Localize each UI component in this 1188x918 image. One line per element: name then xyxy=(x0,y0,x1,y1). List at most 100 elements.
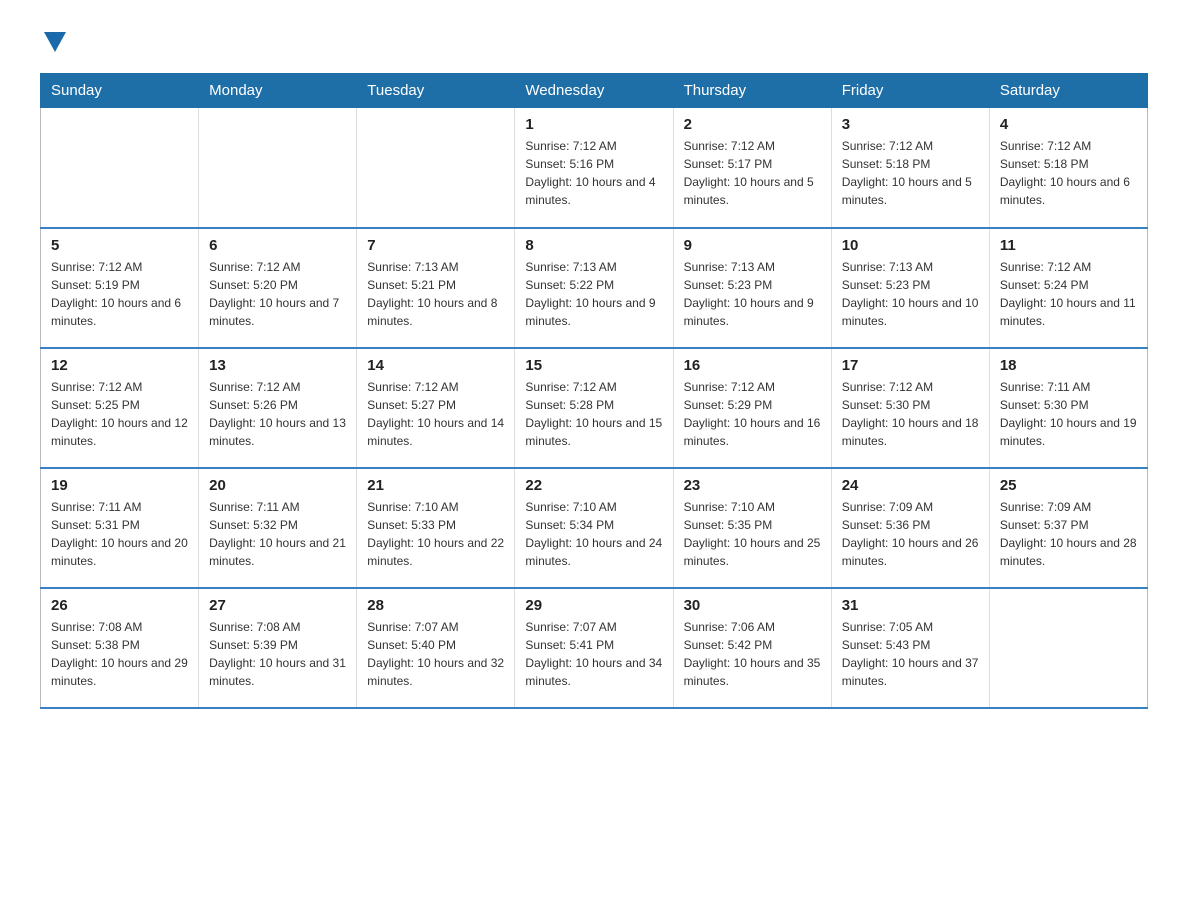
day-number: 6 xyxy=(209,237,346,254)
calendar-cell: 26 Sunrise: 7:08 AMSunset: 5:38 PMDayligh… xyxy=(41,588,199,708)
calendar-cell: 1 Sunrise: 7:12 AMSunset: 5:16 PMDaylight… xyxy=(515,108,673,228)
day-number: 19 xyxy=(51,477,188,494)
day-info: Sunrise: 7:07 AMSunset: 5:40 PMDaylight:… xyxy=(367,618,504,690)
logo-triangle-icon xyxy=(44,32,66,52)
calendar-cell: 17 Sunrise: 7:12 AMSunset: 5:30 PMDayligh… xyxy=(831,348,989,468)
calendar-cell: 14Sunrise: 7:12 AMSunset: 5:27 PMDayligh… xyxy=(357,348,515,468)
day-number: 23 xyxy=(684,477,821,494)
day-info: Sunrise: 7:09 AMSunset: 5:37 PMDaylight:… xyxy=(1000,498,1137,570)
day-info: Sunrise: 7:12 AMSunset: 5:25 PMDaylight:… xyxy=(51,378,188,450)
day-info: Sunrise: 7:10 AMSunset: 5:33 PMDaylight:… xyxy=(367,498,504,570)
calendar-cell: 23 Sunrise: 7:10 AMSunset: 5:35 PMDayligh… xyxy=(673,468,831,588)
calendar-cell: 21 Sunrise: 7:10 AMSunset: 5:33 PMDayligh… xyxy=(357,468,515,588)
day-number: 8 xyxy=(525,237,662,254)
page-header xyxy=(40,30,1148,53)
day-number: 31 xyxy=(842,597,979,614)
day-number: 5 xyxy=(51,237,188,254)
day-info: Sunrise: 7:12 AMSunset: 5:18 PMDaylight:… xyxy=(1000,137,1137,209)
day-number: 25 xyxy=(1000,477,1137,494)
day-number: 9 xyxy=(684,237,821,254)
header-thursday: Thursday xyxy=(673,74,831,108)
day-number: 28 xyxy=(367,597,504,614)
day-number: 22 xyxy=(525,477,662,494)
header-wednesday: Wednesday xyxy=(515,74,673,108)
calendar-cell: 28 Sunrise: 7:07 AMSunset: 5:40 PMDayligh… xyxy=(357,588,515,708)
calendar-table: Sunday Monday Tuesday Wednesday Thursday… xyxy=(40,73,1148,709)
header-saturday: Saturday xyxy=(989,74,1147,108)
day-info: Sunrise: 7:13 AMSunset: 5:21 PMDaylight:… xyxy=(367,258,504,330)
day-info: Sunrise: 7:11 AMSunset: 5:31 PMDaylight:… xyxy=(51,498,188,570)
day-number: 21 xyxy=(367,477,504,494)
calendar-cell: 10 Sunrise: 7:13 AMSunset: 5:23 PMDayligh… xyxy=(831,228,989,348)
day-info: Sunrise: 7:12 AMSunset: 5:18 PMDaylight:… xyxy=(842,137,979,209)
calendar-cell: 5 Sunrise: 7:12 AMSunset: 5:19 PMDaylight… xyxy=(41,228,199,348)
calendar-cell: 19 Sunrise: 7:11 AMSunset: 5:31 PMDayligh… xyxy=(41,468,199,588)
day-number: 4 xyxy=(1000,116,1137,133)
day-number: 15 xyxy=(525,357,662,374)
calendar-cell: 2 Sunrise: 7:12 AMSunset: 5:17 PMDaylight… xyxy=(673,108,831,228)
day-info: Sunrise: 7:12 AMSunset: 5:20 PMDaylight:… xyxy=(209,258,346,330)
calendar-cell: 11Sunrise: 7:12 AMSunset: 5:24 PMDayligh… xyxy=(989,228,1147,348)
calendar-cell: 6 Sunrise: 7:12 AMSunset: 5:20 PMDaylight… xyxy=(199,228,357,348)
header-monday: Monday xyxy=(199,74,357,108)
day-number: 27 xyxy=(209,597,346,614)
day-info: Sunrise: 7:12 AMSunset: 5:16 PMDaylight:… xyxy=(525,137,662,209)
day-info: Sunrise: 7:08 AMSunset: 5:39 PMDaylight:… xyxy=(209,618,346,690)
day-info: Sunrise: 7:09 AMSunset: 5:36 PMDaylight:… xyxy=(842,498,979,570)
calendar-week-row: 19 Sunrise: 7:11 AMSunset: 5:31 PMDayligh… xyxy=(41,468,1148,588)
header-sunday: Sunday xyxy=(41,74,199,108)
calendar-cell: 3 Sunrise: 7:12 AMSunset: 5:18 PMDaylight… xyxy=(831,108,989,228)
day-number: 1 xyxy=(525,116,662,133)
day-info: Sunrise: 7:11 AMSunset: 5:30 PMDaylight:… xyxy=(1000,378,1137,450)
calendar-cell: 15 Sunrise: 7:12 AMSunset: 5:28 PMDayligh… xyxy=(515,348,673,468)
day-info: Sunrise: 7:06 AMSunset: 5:42 PMDaylight:… xyxy=(684,618,821,690)
day-number: 7 xyxy=(367,237,504,254)
calendar-cell xyxy=(199,108,357,228)
day-info: Sunrise: 7:13 AMSunset: 5:23 PMDaylight:… xyxy=(684,258,821,330)
day-number: 26 xyxy=(51,597,188,614)
day-info: Sunrise: 7:10 AMSunset: 5:35 PMDaylight:… xyxy=(684,498,821,570)
day-info: Sunrise: 7:12 AMSunset: 5:29 PMDaylight:… xyxy=(684,378,821,450)
day-info: Sunrise: 7:08 AMSunset: 5:38 PMDaylight:… xyxy=(51,618,188,690)
day-info: Sunrise: 7:12 AMSunset: 5:19 PMDaylight:… xyxy=(51,258,188,330)
day-info: Sunrise: 7:12 AMSunset: 5:28 PMDaylight:… xyxy=(525,378,662,450)
calendar-cell xyxy=(41,108,199,228)
calendar-cell: 29Sunrise: 7:07 AMSunset: 5:41 PMDayligh… xyxy=(515,588,673,708)
calendar-week-row: 26 Sunrise: 7:08 AMSunset: 5:38 PMDayligh… xyxy=(41,588,1148,708)
calendar-cell: 9 Sunrise: 7:13 AMSunset: 5:23 PMDaylight… xyxy=(673,228,831,348)
day-number: 13 xyxy=(209,357,346,374)
calendar-cell: 31 Sunrise: 7:05 AMSunset: 5:43 PMDayligh… xyxy=(831,588,989,708)
day-info: Sunrise: 7:13 AMSunset: 5:23 PMDaylight:… xyxy=(842,258,979,330)
day-number: 16 xyxy=(684,357,821,374)
header-tuesday: Tuesday xyxy=(357,74,515,108)
calendar-cell: 20Sunrise: 7:11 AMSunset: 5:32 PMDayligh… xyxy=(199,468,357,588)
calendar-cell: 12 Sunrise: 7:12 AMSunset: 5:25 PMDayligh… xyxy=(41,348,199,468)
day-number: 3 xyxy=(842,116,979,133)
day-number: 10 xyxy=(842,237,979,254)
calendar-week-row: 12 Sunrise: 7:12 AMSunset: 5:25 PMDayligh… xyxy=(41,348,1148,468)
calendar-cell: 18 Sunrise: 7:11 AMSunset: 5:30 PMDayligh… xyxy=(989,348,1147,468)
calendar-cell: 27 Sunrise: 7:08 AMSunset: 5:39 PMDayligh… xyxy=(199,588,357,708)
day-info: Sunrise: 7:12 AMSunset: 5:17 PMDaylight:… xyxy=(684,137,821,209)
calendar-cell xyxy=(357,108,515,228)
header-friday: Friday xyxy=(831,74,989,108)
calendar-cell: 22 Sunrise: 7:10 AMSunset: 5:34 PMDayligh… xyxy=(515,468,673,588)
day-number: 17 xyxy=(842,357,979,374)
day-number: 2 xyxy=(684,116,821,133)
day-info: Sunrise: 7:12 AMSunset: 5:26 PMDaylight:… xyxy=(209,378,346,450)
calendar-cell: 16 Sunrise: 7:12 AMSunset: 5:29 PMDayligh… xyxy=(673,348,831,468)
day-number: 18 xyxy=(1000,357,1137,374)
day-info: Sunrise: 7:10 AMSunset: 5:34 PMDaylight:… xyxy=(525,498,662,570)
calendar-cell: 30Sunrise: 7:06 AMSunset: 5:42 PMDayligh… xyxy=(673,588,831,708)
day-info: Sunrise: 7:05 AMSunset: 5:43 PMDaylight:… xyxy=(842,618,979,690)
day-info: Sunrise: 7:12 AMSunset: 5:27 PMDaylight:… xyxy=(367,378,504,450)
day-info: Sunrise: 7:07 AMSunset: 5:41 PMDaylight:… xyxy=(525,618,662,690)
day-info: Sunrise: 7:13 AMSunset: 5:22 PMDaylight:… xyxy=(525,258,662,330)
day-info: Sunrise: 7:12 AMSunset: 5:30 PMDaylight:… xyxy=(842,378,979,450)
day-number: 24 xyxy=(842,477,979,494)
day-number: 12 xyxy=(51,357,188,374)
calendar-cell: 24 Sunrise: 7:09 AMSunset: 5:36 PMDayligh… xyxy=(831,468,989,588)
calendar-cell xyxy=(989,588,1147,708)
calendar-header-row: Sunday Monday Tuesday Wednesday Thursday… xyxy=(41,74,1148,108)
calendar-week-row: 5 Sunrise: 7:12 AMSunset: 5:19 PMDaylight… xyxy=(41,228,1148,348)
